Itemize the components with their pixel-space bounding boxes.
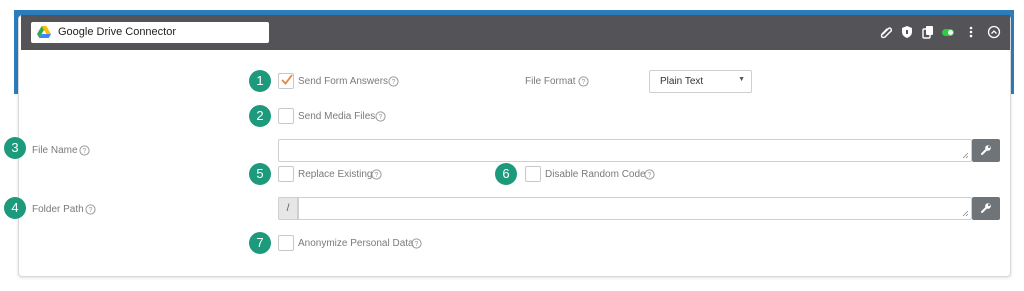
wrench-icon	[981, 145, 991, 155]
shield-icon[interactable]	[900, 25, 914, 39]
svg-text:?: ?	[83, 148, 87, 155]
wrench-icon	[981, 203, 991, 213]
chevron-down-icon: ▼	[738, 76, 745, 83]
connector-page: Google Drive Connector 1 Send Form Answe…	[0, 0, 1024, 291]
connector-title-box: Google Drive Connector	[31, 22, 269, 43]
step-badge-2: 2	[249, 105, 271, 127]
step-badge-1: 1	[249, 70, 271, 92]
replace-existing-checkbox[interactable]	[278, 166, 294, 182]
file-name-tools-button[interactable]	[972, 139, 1000, 162]
svg-text:?: ?	[582, 79, 586, 86]
folder-path-label: Folder Path	[32, 204, 84, 215]
svg-text:?: ?	[375, 172, 379, 179]
send-media-files-label: Send Media Files	[298, 111, 376, 122]
step-badge-3: 3	[4, 137, 26, 159]
anonymize-personal-data-checkbox[interactable]	[278, 235, 294, 251]
folder-path-tools-button[interactable]	[972, 197, 1000, 220]
folder-path-input[interactable]	[298, 197, 972, 220]
help-icon[interactable]: ?	[375, 111, 386, 122]
replace-existing-label: Replace Existing	[298, 169, 373, 180]
paperclip-icon[interactable]	[879, 25, 893, 39]
send-form-answers-checkbox[interactable]	[278, 73, 294, 89]
step-badge-4: 4	[4, 197, 26, 219]
step-badge-7: 7	[249, 232, 271, 254]
google-drive-icon	[37, 26, 51, 38]
help-icon[interactable]: ?	[644, 169, 655, 180]
checkmark-icon	[281, 74, 293, 85]
help-icon[interactable]: ?	[79, 145, 90, 156]
resize-handle-icon[interactable]	[962, 210, 969, 217]
file-name-input[interactable]	[278, 139, 972, 162]
folder-path-prefix: /	[278, 197, 298, 220]
resize-handle-icon[interactable]	[962, 152, 969, 159]
step-badge-5: 5	[249, 163, 271, 185]
connector-title: Google Drive Connector	[58, 26, 177, 38]
disable-random-code-checkbox[interactable]	[525, 166, 541, 182]
send-form-answers-label: Send Form Answers	[298, 76, 389, 87]
help-icon[interactable]: ?	[371, 169, 382, 180]
help-icon[interactable]: ?	[85, 204, 96, 215]
send-media-files-checkbox[interactable]	[278, 108, 294, 124]
file-name-label: File Name	[32, 145, 78, 156]
svg-text:?: ?	[89, 207, 93, 214]
help-icon[interactable]: ?	[411, 238, 422, 249]
file-format-label: File Format	[525, 76, 576, 87]
svg-text:?: ?	[379, 114, 383, 121]
svg-text:?: ?	[415, 241, 419, 248]
file-format-value: Plain Text	[660, 76, 704, 87]
file-format-select[interactable]: Plain Text ▼	[649, 70, 752, 93]
svg-text:?: ?	[648, 172, 652, 179]
anonymize-personal-data-label: Anonymize Personal Data	[298, 238, 414, 249]
collapse-icon[interactable]	[987, 25, 1001, 39]
disable-random-code-label: Disable Random Code	[545, 169, 646, 180]
toggle-icon[interactable]	[941, 25, 955, 39]
help-icon[interactable]: ?	[578, 76, 589, 87]
step-badge-6: 6	[495, 163, 517, 185]
copy-icon[interactable]	[921, 25, 935, 39]
more-vert-icon[interactable]	[964, 25, 978, 39]
help-icon[interactable]: ?	[388, 76, 399, 87]
svg-text:?: ?	[392, 79, 396, 86]
